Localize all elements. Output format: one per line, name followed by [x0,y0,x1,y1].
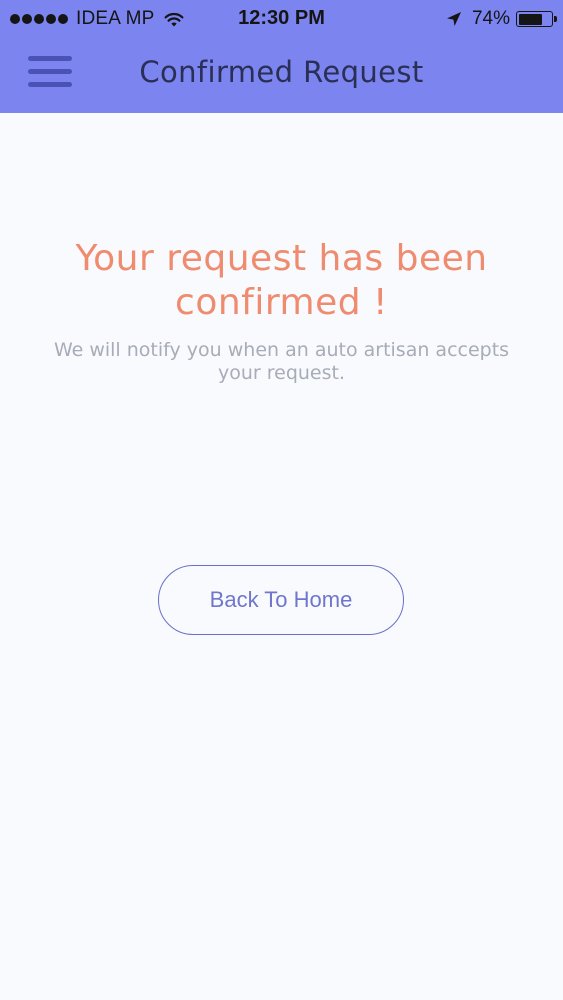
status-bar: IDEA MP 12:30 PM 74% [0,0,563,38]
status-right: 74% [446,8,557,30]
back-to-home-button[interactable]: Back To Home [158,565,404,635]
confirmation-headline: Your request has been confirmed ! [75,238,488,323]
battery-tip [554,16,557,22]
battery-icon [516,11,557,27]
location-arrow-icon [446,12,461,26]
confirmation-subtext: We will notify you when an auto artisan … [53,339,510,384]
battery-fill [518,13,543,25]
battery-percent: 74% [471,8,510,29]
page-title: Confirmed Request [139,55,424,89]
top-bar: IDEA MP 12:30 PM 74% Confirmed Request [0,0,563,113]
